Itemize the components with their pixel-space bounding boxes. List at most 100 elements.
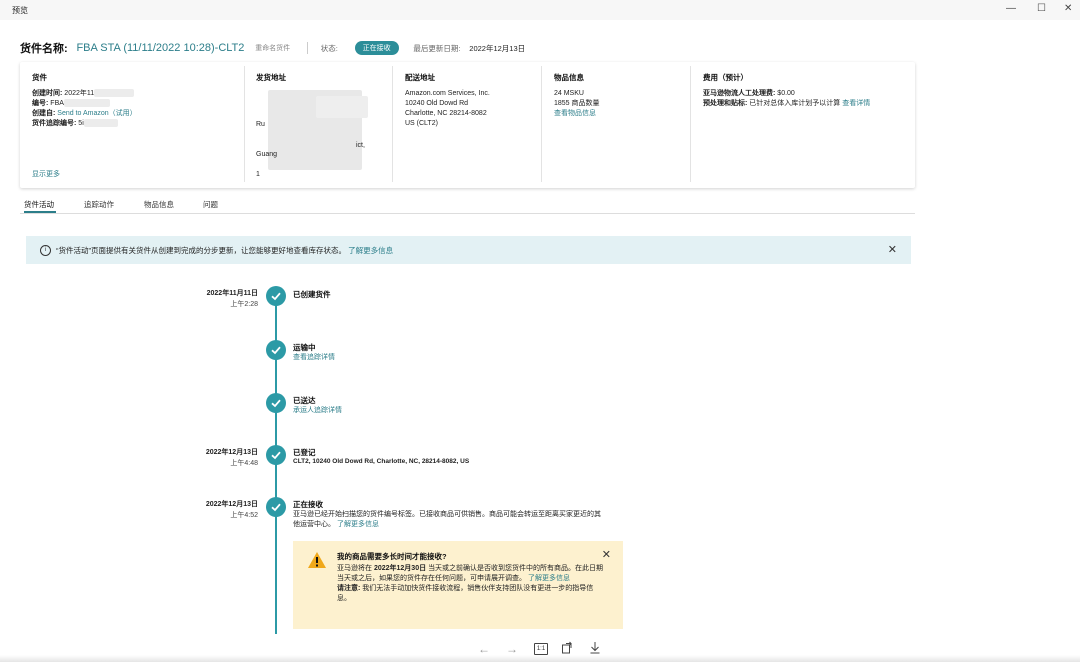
step-location: CLT2, 10240 Old Dowd Rd, Charlotte, NC, … [293, 458, 470, 465]
prep-fee-label: 预处理和贴标: [703, 100, 748, 107]
column-divider [392, 66, 393, 182]
window-title: 预览 [12, 6, 28, 15]
shipment-column: 货件 创建时间: 2022年11 编号: FBA 创建自: Send to Am… [32, 72, 242, 182]
id-value: FBA [50, 100, 64, 107]
ship-to-title: 配送地址 [405, 73, 435, 82]
last-updated-value: 2022年12月13日 [469, 43, 526, 53]
from-line-5: 1 [256, 171, 260, 178]
warning-title: 我的商品需要多长时间才能接收? [337, 552, 447, 561]
maximize-button[interactable]: ☐ [1037, 3, 1046, 14]
warning-close-icon[interactable]: ✕ [602, 548, 611, 561]
created-value: 2022年11 [64, 90, 95, 97]
view-items-link[interactable]: 查看物品信息 [554, 109, 684, 119]
warning-body: 亚马逊将在 2022年12月30日 当天或之前确认是否收到您货件中的所有商品。在… [337, 564, 607, 604]
redacted-block [83, 119, 118, 128]
unit-count: 1855 商品数量 [554, 100, 600, 107]
warning-icon [308, 552, 326, 568]
prep-fee-value: 已针对总体入库计划予以计算 [749, 100, 841, 107]
redacted-block [94, 89, 135, 98]
check-circle-icon [266, 340, 286, 360]
status-label: 状态: [320, 43, 338, 53]
items-column: 物品信息 24 MSKU 1855 商品数量 查看物品信息 [554, 72, 684, 182]
tab-bar: 货件活动 追踪动作 物品信息 问题 [20, 196, 915, 214]
step-time: 上午4:52 [230, 512, 258, 519]
receiving-warning-box: 我的商品需要多长时间才能接收? ✕ 亚马逊将在 2022年12月30日 当天或之… [293, 541, 623, 629]
step-date: 2022年11月11日 [206, 290, 258, 297]
warning-text-pre: 亚马逊将在 [337, 565, 372, 572]
step-date: 2022年12月13日 [205, 449, 258, 456]
shipment-info-card: 货件 创建时间: 2022年11 编号: FBA 创建自: Send to Am… [20, 62, 915, 188]
shipment-name: FBA STA (11/11/2022 10:28)-CLT2 [76, 42, 245, 54]
note-label: 请注意: [337, 585, 361, 592]
manual-fee-label: 亚马逊物流人工处理费: [703, 90, 776, 97]
tracking-label: 货件追踪编号: [32, 120, 77, 127]
step-time: 上午4:48 [230, 460, 258, 467]
info-banner: i “货件活动”页面提供有关货件从创建到完成的分步更新，让您能够更好地查看库存状… [26, 236, 911, 264]
tab-items[interactable]: 物品信息 [144, 199, 174, 210]
tab-problems[interactable]: 问题 [203, 199, 218, 210]
show-more-link[interactable]: 显示更多 [32, 170, 60, 180]
window-titlebar: 预览 — ☐ ✕ [0, 0, 1080, 20]
from-line-2: Ru [256, 121, 265, 128]
ship-from-column: 发货地址 ace Ru ict, Guang 1 [256, 72, 386, 182]
redacted-block [63, 99, 110, 108]
info-icon: i [40, 245, 51, 256]
ship-from-title: 发货地址 [256, 73, 286, 82]
arrow-right-icon[interactable]: → [506, 642, 518, 656]
tracking-value: 5i [78, 120, 84, 127]
close-window-button[interactable]: ✕ [1064, 3, 1072, 14]
prep-details-link[interactable]: 查看详情 [842, 100, 870, 107]
check-circle-icon [266, 286, 286, 306]
step-title: 已登记 [293, 448, 316, 457]
fees-title: 费用（预计） [703, 73, 748, 82]
banner-text: “货件活动”页面提供有关货件从创建到完成的分步更新，让您能够更好地查看库存状态。 [56, 246, 346, 255]
warning-date: 2022年12月30日 [373, 565, 427, 572]
msku-count: 24 MSKU [554, 90, 584, 97]
fees-column: 费用（预计） 亚马逊物流人工处理费: $0.00 预处理和贴标: 已针对总体入库… [703, 72, 908, 182]
banner-close-icon[interactable]: ✕ [888, 243, 897, 256]
id-label: 编号: [32, 100, 49, 107]
download-icon[interactable] [589, 641, 601, 654]
step-time: 上午2:28 [230, 301, 258, 308]
shipment-name-label: 货件名称: [20, 43, 68, 55]
column-divider [244, 66, 245, 182]
to-line: Amazon.com Services, Inc. [405, 90, 490, 97]
column-divider [690, 66, 691, 182]
redacted-address [316, 96, 368, 118]
rotate-icon[interactable] [561, 641, 573, 654]
status-badge: 正在接收 [354, 41, 399, 55]
view-tracking-link[interactable]: 查看追踪详情 [293, 352, 335, 362]
items-title: 物品信息 [554, 73, 584, 82]
banner-learn-more-link[interactable]: 了解更多信息 [348, 246, 393, 255]
note-text: 我们无法手动加快货件接收流程，销售伙伴支持团队没有更进一步的指导信息。 [337, 585, 594, 602]
step-title: 已创建货件 [293, 290, 331, 299]
shipment-header: 货件名称: FBA STA (11/11/2022 10:28)-CLT2 重命… [20, 40, 525, 56]
minimize-button[interactable]: — [1006, 3, 1016, 14]
creator-label: 创建自: [32, 110, 56, 117]
check-circle-icon [266, 445, 286, 465]
created-label: 创建时间: [32, 90, 63, 97]
column-divider [541, 66, 542, 182]
manual-fee-value: $0.00 [777, 90, 795, 97]
check-circle-icon [266, 497, 286, 517]
carrier-tracking-link[interactable]: 承运人追踪详情 [293, 405, 342, 415]
bottom-edge [0, 655, 1080, 662]
tab-tracking[interactable]: 追踪动作 [84, 199, 114, 210]
to-line: US (CLT2) [405, 120, 438, 127]
from-line-4: Guang [256, 151, 278, 158]
actual-size-button[interactable]: 1:1 [534, 643, 548, 655]
rename-link[interactable]: 重命名货件 [255, 43, 290, 53]
check-circle-icon [266, 393, 286, 413]
last-updated-label: 最后更新日期: [413, 43, 461, 53]
warning-learn-more-link[interactable]: 了解更多信息 [528, 575, 570, 582]
to-line: 10240 Old Dowd Rd [405, 100, 469, 107]
header-divider [306, 42, 308, 54]
from-line-3: ict, [356, 142, 365, 149]
ship-to-column: 配送地址 Amazon.com Services, Inc. 10240 Old… [405, 72, 545, 182]
step-description-cont: 他运营中心。 [293, 521, 335, 528]
arrow-left-icon[interactable]: ← [478, 642, 490, 656]
creator-link[interactable]: Send to Amazon（试用） [57, 110, 136, 117]
to-line: Charlotte, NC 28214-8082 [405, 110, 487, 117]
tab-shipment-activity[interactable]: 货件活动 [24, 199, 54, 210]
step-learn-more-link[interactable]: 了解更多信息 [337, 521, 379, 528]
